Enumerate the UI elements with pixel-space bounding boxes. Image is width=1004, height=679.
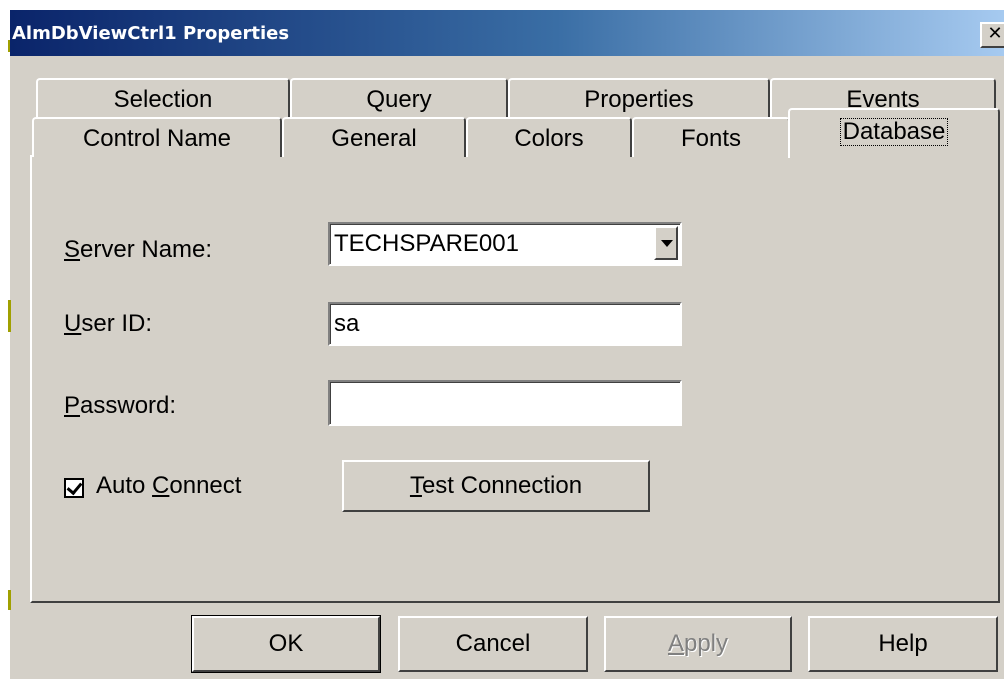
test-connection-button[interactable]: Test Connection: [342, 460, 650, 512]
password-label: Password:: [64, 392, 177, 419]
chevron-down-icon: [661, 240, 673, 247]
tab-selection[interactable]: Selection: [36, 78, 290, 118]
window-edge-left: [0, 10, 10, 679]
tab-query[interactable]: Query: [290, 78, 508, 118]
auto-connect-label[interactable]: Auto Connect: [96, 472, 241, 500]
server-name-combobox[interactable]: TECHSPARE001: [328, 222, 682, 266]
title-bar[interactable]: AlmDbViewCtrl1 Properties ✕: [10, 10, 1004, 56]
tab-properties[interactable]: Properties: [508, 78, 770, 118]
close-button[interactable]: ✕: [980, 22, 1004, 48]
server-name-value: TECHSPARE001: [334, 230, 519, 257]
user-id-value: sa: [334, 310, 360, 337]
tab-database[interactable]: Database: [788, 108, 1000, 158]
window-edge-top: [0, 0, 1004, 10]
help-button[interactable]: Help: [808, 616, 998, 672]
server-name-label: Server Name:: [64, 236, 213, 263]
tab-general[interactable]: General: [282, 117, 466, 157]
server-name-dropdown-button[interactable]: [654, 226, 678, 260]
tab-colors[interactable]: Colors: [466, 117, 632, 157]
tab-fonts[interactable]: Fonts: [632, 117, 790, 157]
check-icon: [66, 478, 83, 496]
close-icon: ✕: [987, 23, 1003, 44]
apply-button[interactable]: Apply: [604, 616, 792, 672]
window-edge-mark: [8, 590, 11, 610]
window-edge-mark: [8, 300, 11, 332]
user-id-input[interactable]: sa: [328, 302, 682, 346]
tab-control-name[interactable]: Control Name: [32, 117, 282, 157]
cancel-button[interactable]: Cancel: [398, 616, 588, 672]
password-input[interactable]: [328, 380, 682, 426]
ok-button[interactable]: OK: [191, 615, 381, 673]
user-id-label: User ID:: [64, 310, 153, 337]
window-title: AlmDbViewCtrl1 Properties: [12, 23, 290, 44]
auto-connect-checkbox[interactable]: [64, 478, 84, 498]
